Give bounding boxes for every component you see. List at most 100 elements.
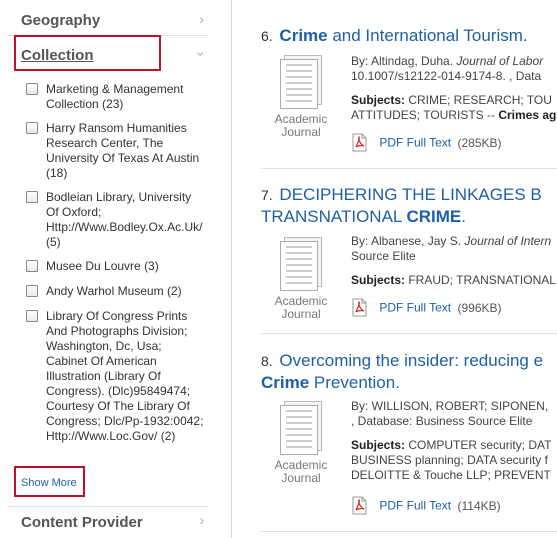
result-title-text: DECIPHERING THE LINKAGES B bbox=[279, 185, 542, 204]
collection-item[interactable]: Harry Ransom Humanities Research Center,… bbox=[26, 121, 206, 181]
pdf-size: (114KB) bbox=[457, 498, 501, 513]
result-number: 6. bbox=[261, 28, 273, 44]
source-title[interactable]: Journal of Intern bbox=[464, 234, 551, 248]
meta-line: , Database: Business Source Elite bbox=[351, 414, 533, 428]
checkbox[interactable] bbox=[26, 191, 38, 203]
subjects-text: COMPUTER security; DAT bbox=[405, 438, 552, 452]
chevron-right-icon: › bbox=[199, 512, 204, 528]
collection-item-count: (5) bbox=[46, 235, 61, 249]
collection-list: Marketing & Management Collection (23) H… bbox=[26, 82, 206, 444]
subjects-highlight: Crimes ag bbox=[498, 108, 557, 122]
meta-line: 10.1007/s12122-014-9174-8. , Data bbox=[351, 69, 542, 83]
facet-sidebar: Geography › Collection › Marketing & Man… bbox=[0, 0, 232, 538]
result-type: Academic Journal bbox=[274, 458, 328, 485]
facet-geography-label: Geography bbox=[21, 12, 101, 29]
result-number: 7. bbox=[261, 187, 273, 203]
collection-item-count: (23) bbox=[102, 97, 124, 111]
result-item: 7. DECIPHERING THE LINKAGES B TRANSNATIO… bbox=[261, 184, 557, 228]
collection-item-label: Bodleian Library, University Of Oxford; … bbox=[46, 190, 203, 234]
result-title-line2[interactable]: Crime Prevention. bbox=[261, 372, 557, 394]
author-text: By: WILLISON, ROBERT; SIPONEN, bbox=[351, 399, 549, 413]
pdf-full-text-row[interactable]: PDF Full Text (996KB) bbox=[351, 298, 502, 317]
result-thumbnail[interactable]: Academic Journal bbox=[261, 237, 341, 321]
result-type: Academic Journal bbox=[274, 294, 328, 321]
pdf-size: (285KB) bbox=[457, 135, 502, 150]
collection-item[interactable]: Andy Warhol Museum (2) bbox=[26, 284, 206, 299]
divider bbox=[261, 168, 557, 169]
checkbox[interactable] bbox=[26, 260, 38, 272]
divider bbox=[261, 531, 557, 532]
result-item: 8. Overcoming the insider: reducing e Cr… bbox=[261, 350, 557, 394]
checkbox[interactable] bbox=[26, 83, 38, 95]
result-title-text: and International Tourism. bbox=[327, 26, 528, 45]
pdf-size: (996KB) bbox=[457, 300, 502, 315]
checkbox[interactable] bbox=[26, 285, 38, 297]
collection-item-label: Musee Du Louvre bbox=[46, 259, 141, 273]
results-list: 6. Crime and International Tourism. Acad… bbox=[232, 0, 557, 538]
subjects-text: ATTITUDES; TOURISTS -- bbox=[351, 108, 499, 122]
chevron-right-icon: › bbox=[199, 11, 204, 27]
result-title-line2[interactable]: TRANSNATIONAL CRIME. bbox=[261, 206, 557, 228]
divider bbox=[261, 333, 557, 334]
collection-item-count: (2) bbox=[166, 284, 182, 298]
result-title-highlight: CRIME bbox=[406, 207, 462, 226]
academic-journal-icon bbox=[278, 55, 324, 109]
collection-item-label: Library Of Congress Prints And Photograp… bbox=[46, 309, 204, 443]
collection-item-label: Harry Ransom Humanities Research Center,… bbox=[46, 121, 200, 165]
result-title[interactable]: 7. DECIPHERING THE LINKAGES B bbox=[261, 184, 557, 206]
result-item: 6. Crime and International Tourism. bbox=[261, 25, 557, 47]
result-thumbnail[interactable]: Academic Journal bbox=[261, 401, 341, 485]
collection-item-count: (18) bbox=[46, 166, 68, 180]
source-title[interactable]: Journal of Labor bbox=[456, 54, 543, 68]
author-text: By: Albanese, Jay S. bbox=[351, 234, 465, 248]
result-title-text: Overcoming the insider: reducing e bbox=[279, 351, 544, 370]
checkbox[interactable] bbox=[26, 122, 38, 134]
subjects-label: Subjects: bbox=[351, 438, 406, 452]
pdf-full-text-link[interactable]: PDF Full Text bbox=[379, 499, 451, 513]
result-title-text: Prevention. bbox=[309, 373, 400, 392]
pdf-full-text-link[interactable]: PDF Full Text bbox=[379, 136, 451, 150]
facet-content-provider-label: Content Provider bbox=[21, 514, 143, 531]
result-title-highlight: Crime bbox=[261, 373, 310, 392]
result-meta: By: Altindag, Duha. Journal of Labor 10.… bbox=[351, 54, 556, 123]
collection-item-count: (2) bbox=[160, 429, 176, 443]
pdf-full-text-link[interactable]: PDF Full Text bbox=[379, 301, 451, 315]
academic-journal-icon bbox=[278, 401, 324, 455]
subjects-text: BUSINESS planning; DATA security f bbox=[351, 453, 548, 467]
facet-content-provider[interactable]: Content Provider › bbox=[8, 506, 208, 538]
result-title[interactable]: 6. Crime and International Tourism. bbox=[261, 25, 557, 47]
subjects-label: Subjects: bbox=[351, 273, 406, 287]
subjects-text: CRIME; RESEARCH; TOU bbox=[405, 93, 552, 107]
collection-item[interactable]: Musee Du Louvre (3) bbox=[26, 259, 206, 274]
result-title-highlight: Crime bbox=[279, 26, 328, 45]
subjects-label: Subjects: bbox=[351, 93, 406, 107]
result-meta: By: WILLISON, ROBERT; SIPONEN, , Databas… bbox=[351, 399, 551, 483]
result-title-text: TRANSNATIONAL bbox=[261, 207, 407, 226]
checkbox[interactable] bbox=[26, 310, 38, 322]
collection-item[interactable]: Marketing & Management Collection (23) bbox=[26, 82, 206, 112]
result-title-text: . bbox=[461, 207, 466, 226]
pdf-icon bbox=[352, 496, 367, 515]
collection-item[interactable]: Library Of Congress Prints And Photograp… bbox=[26, 309, 206, 444]
result-type: Academic Journal bbox=[274, 112, 328, 139]
result-title[interactable]: 8. Overcoming the insider: reducing e bbox=[261, 350, 557, 372]
pdf-full-text-row[interactable]: PDF Full Text (285KB) bbox=[351, 133, 502, 152]
pdf-full-text-row[interactable]: PDF Full Text (114KB) bbox=[351, 496, 501, 515]
pdf-icon bbox=[352, 298, 367, 317]
result-meta: By: Albanese, Jay S. Journal of Intern S… bbox=[351, 234, 556, 288]
collection-item-label: Andy Warhol Museum bbox=[46, 284, 164, 298]
collection-item[interactable]: Bodleian Library, University Of Oxford; … bbox=[26, 190, 206, 250]
highlight-box-collection bbox=[14, 35, 161, 71]
pdf-icon bbox=[352, 133, 367, 152]
result-thumbnail[interactable]: Academic Journal bbox=[261, 55, 341, 139]
highlight-box-show-more bbox=[14, 466, 85, 497]
subjects-text: FRAUD; TRANSNATIONAL bbox=[405, 273, 556, 287]
author-text: By: Altindag, Duha. bbox=[351, 54, 457, 68]
academic-journal-icon bbox=[278, 237, 324, 291]
collection-item-count: (3) bbox=[144, 259, 159, 273]
facet-geography[interactable]: Geography › bbox=[8, 2, 208, 36]
chevron-down-icon: › bbox=[193, 51, 210, 57]
result-number: 8. bbox=[261, 353, 273, 369]
subjects-text: DELOITTE & Touche LLP; PREVENT bbox=[351, 468, 551, 482]
meta-line: Source Elite bbox=[351, 249, 416, 263]
